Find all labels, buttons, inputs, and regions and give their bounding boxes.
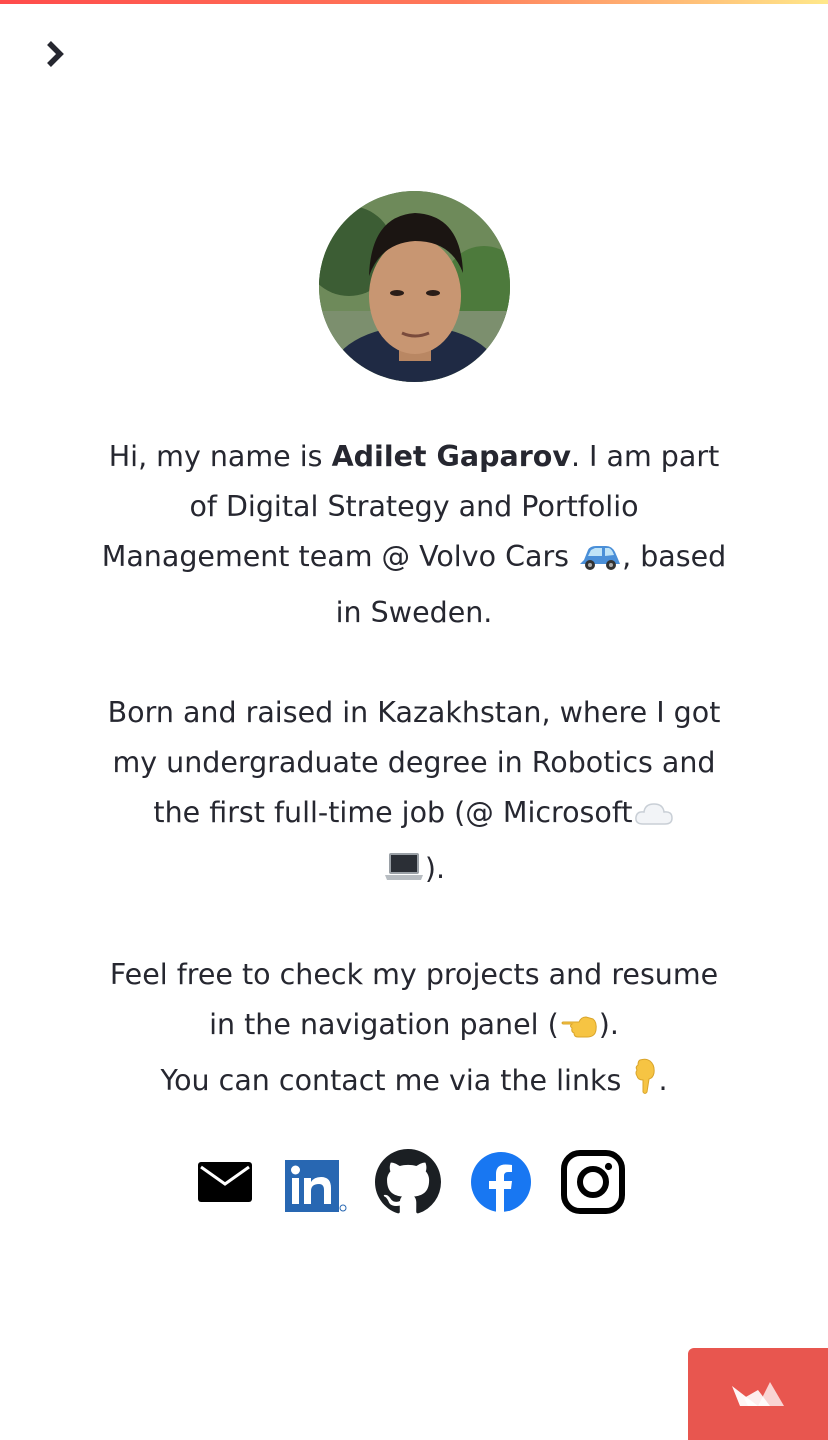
hand-pointing-down-icon bbox=[630, 1056, 658, 1112]
linkedin-link[interactable] bbox=[280, 1148, 348, 1216]
hand-pointing-left-icon bbox=[559, 1006, 599, 1056]
instagram-link[interactable] bbox=[559, 1148, 627, 1216]
mail-icon bbox=[198, 1162, 252, 1202]
github-icon bbox=[375, 1149, 441, 1214]
facebook-icon bbox=[471, 1152, 531, 1212]
social-links bbox=[0, 1148, 828, 1216]
author-name: Adilet Gaparov bbox=[331, 440, 571, 473]
top-decoration-bar bbox=[0, 0, 828, 4]
email-link[interactable] bbox=[191, 1148, 259, 1216]
profile-photo bbox=[319, 191, 510, 382]
sidebar-toggle-button[interactable] bbox=[36, 36, 72, 72]
cloud-icon bbox=[633, 794, 675, 844]
car-icon bbox=[578, 538, 622, 588]
facebook-link[interactable] bbox=[467, 1148, 535, 1216]
streamlit-logo-icon bbox=[732, 1382, 784, 1406]
intro-paragraph-1: Hi, my name is Adilet Gaparov. I am part… bbox=[101, 440, 727, 629]
github-link[interactable] bbox=[374, 1148, 442, 1216]
laptop-icon bbox=[383, 850, 425, 900]
linkedin-icon bbox=[285, 1160, 347, 1212]
chevron-right-icon bbox=[47, 41, 64, 67]
intro-paragraph-2: Born and raised in Kazakhstan, where I g… bbox=[100, 688, 728, 900]
avatar bbox=[319, 191, 510, 382]
intro-text: Hi, my name is Adilet Gaparov. I am part… bbox=[100, 432, 728, 1112]
instagram-icon bbox=[561, 1150, 625, 1214]
intro-paragraph-3: Feel free to check my projects and resum… bbox=[100, 950, 728, 1112]
streamlit-badge[interactable] bbox=[688, 1348, 828, 1440]
